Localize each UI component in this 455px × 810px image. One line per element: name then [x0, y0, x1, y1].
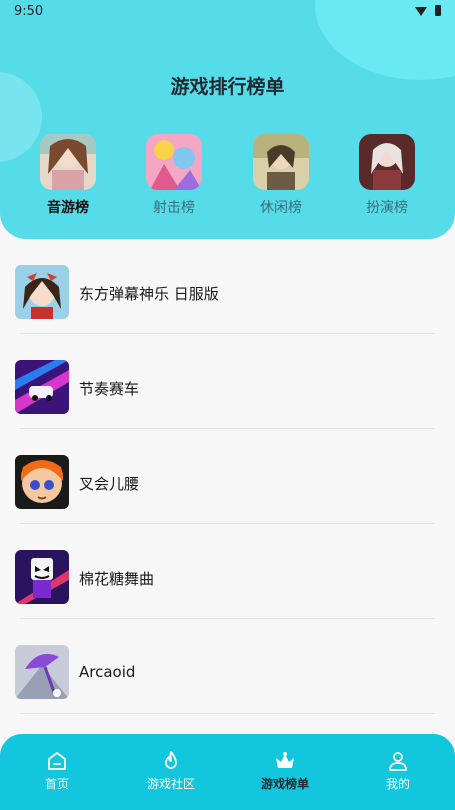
- battery-icon: [435, 5, 441, 16]
- home-icon: [46, 750, 68, 772]
- list-item[interactable]: 叉会儿腰: [0, 429, 455, 524]
- category-thumbnail: [359, 134, 415, 190]
- category-shooter[interactable]: 射击榜: [142, 134, 206, 217]
- tab-label: 游戏榜单: [260, 777, 309, 791]
- wifi-icon: [415, 7, 427, 16]
- list-item[interactable]: Arcaoid: [0, 619, 455, 714]
- tab-home[interactable]: 首页: [12, 750, 102, 792]
- game-icon: [15, 360, 69, 414]
- game-name: Arcaoid: [79, 663, 136, 681]
- category-label: 扮演榜: [366, 200, 408, 216]
- game-name: 棉花糖舞曲: [79, 570, 155, 588]
- status-time: 9:50: [14, 4, 44, 19]
- category-roleplay[interactable]: 扮演榜: [355, 134, 419, 217]
- game-name: 叉会儿腰: [79, 475, 140, 493]
- game-icon: [15, 455, 69, 509]
- game-name: 节奏赛车: [79, 380, 140, 398]
- list-item[interactable]: 节奏赛车: [0, 334, 455, 429]
- category-thumbnail: [40, 134, 96, 190]
- tab-label: 首页: [44, 777, 69, 791]
- page-title: 游戏排行榜单: [170, 76, 285, 98]
- game-icon: [15, 550, 69, 604]
- list-item[interactable]: 棉花糖舞曲: [0, 524, 455, 619]
- tab-label: 游戏社区: [146, 777, 195, 791]
- category-casual[interactable]: 休闲榜: [249, 134, 313, 217]
- tab-rankings[interactable]: 游戏榜单: [240, 750, 330, 792]
- status-bar: 9:50: [0, 0, 455, 24]
- person-icon: [387, 750, 409, 772]
- tab-label: 我的: [385, 777, 410, 791]
- list-item[interactable]: 东方弹幕神乐 日服版: [0, 239, 455, 334]
- game-icon: [15, 645, 69, 699]
- category-thumbnail: [253, 134, 309, 190]
- category-music[interactable]: 音游榜: [36, 134, 100, 217]
- game-list: 东方弹幕神乐 日服版 节奏赛车 叉会儿腰 棉花糖舞曲 Arcaoid: [0, 239, 455, 714]
- game-icon: [15, 265, 69, 319]
- game-name: 东方弹幕神乐 日服版: [79, 285, 219, 303]
- category-label: 休闲榜: [260, 200, 302, 216]
- category-label: 射击榜: [153, 200, 195, 216]
- tab-community[interactable]: 游戏社区: [126, 750, 216, 792]
- tab-profile[interactable]: 我的: [353, 750, 443, 792]
- divider: [20, 713, 435, 714]
- flame-icon: [160, 750, 182, 772]
- bottom-tab-bar: 首页 游戏社区 游戏榜单 我的: [0, 734, 455, 810]
- category-label: 音游榜: [47, 200, 89, 216]
- category-thumbnail: [146, 134, 202, 190]
- header: 9:50 游戏排行榜单 音游榜 射击榜 休闲榜 扮演榜: [0, 0, 455, 239]
- crown-icon: [274, 750, 296, 772]
